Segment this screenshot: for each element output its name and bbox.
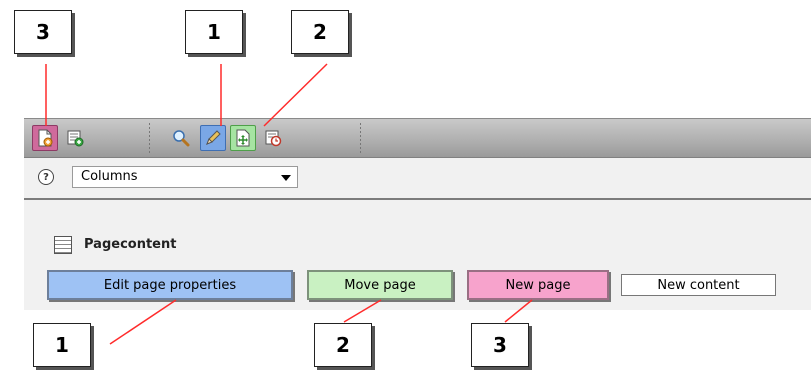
toolbar-separator: [149, 123, 150, 155]
callout-1-bottom: 1: [33, 323, 91, 367]
page-toolbar: [24, 118, 811, 158]
new-content-icon: [67, 130, 84, 147]
new-content-button[interactable]: New content: [621, 274, 776, 296]
callout-2-top: 2: [291, 10, 349, 54]
new-content-toolbar-button[interactable]: [62, 125, 88, 151]
page-content-area: Pagecontent Edit page properties Move pa…: [24, 200, 811, 310]
callout-1-top: 1: [185, 10, 243, 54]
move-page-icon: [236, 129, 250, 147]
pencil-icon: [206, 130, 221, 145]
search-icon: [173, 130, 190, 147]
new-page-toolbar-button[interactable]: [32, 125, 58, 151]
edit-page-toolbar-button[interactable]: [200, 125, 226, 151]
help-icon[interactable]: ?: [38, 169, 54, 185]
annotation-line: [263, 63, 328, 127]
page-content-icon: [54, 236, 72, 254]
move-page-button[interactable]: Move page: [307, 270, 453, 300]
columns-select[interactable]: Columns: [72, 166, 298, 188]
callout-3-bottom: 3: [471, 323, 529, 367]
page-content-title: Pagecontent: [84, 237, 177, 252]
history-icon: [265, 130, 282, 147]
new-page-icon: [38, 129, 53, 147]
callout-3-top: 3: [14, 10, 72, 54]
columns-select-value: Columns: [81, 169, 138, 184]
callout-2-bottom: 2: [314, 323, 372, 367]
move-page-toolbar-button[interactable]: [230, 125, 256, 151]
page-history-toolbar-button[interactable]: [260, 125, 286, 151]
view-page-toolbar-button[interactable]: [168, 125, 194, 151]
columns-bar: ? Columns: [24, 158, 811, 200]
new-page-button[interactable]: New page: [467, 270, 609, 300]
toolbar-separator: [360, 123, 361, 155]
edit-page-properties-button[interactable]: Edit page properties: [47, 270, 293, 300]
chevron-down-icon: [281, 175, 291, 181]
